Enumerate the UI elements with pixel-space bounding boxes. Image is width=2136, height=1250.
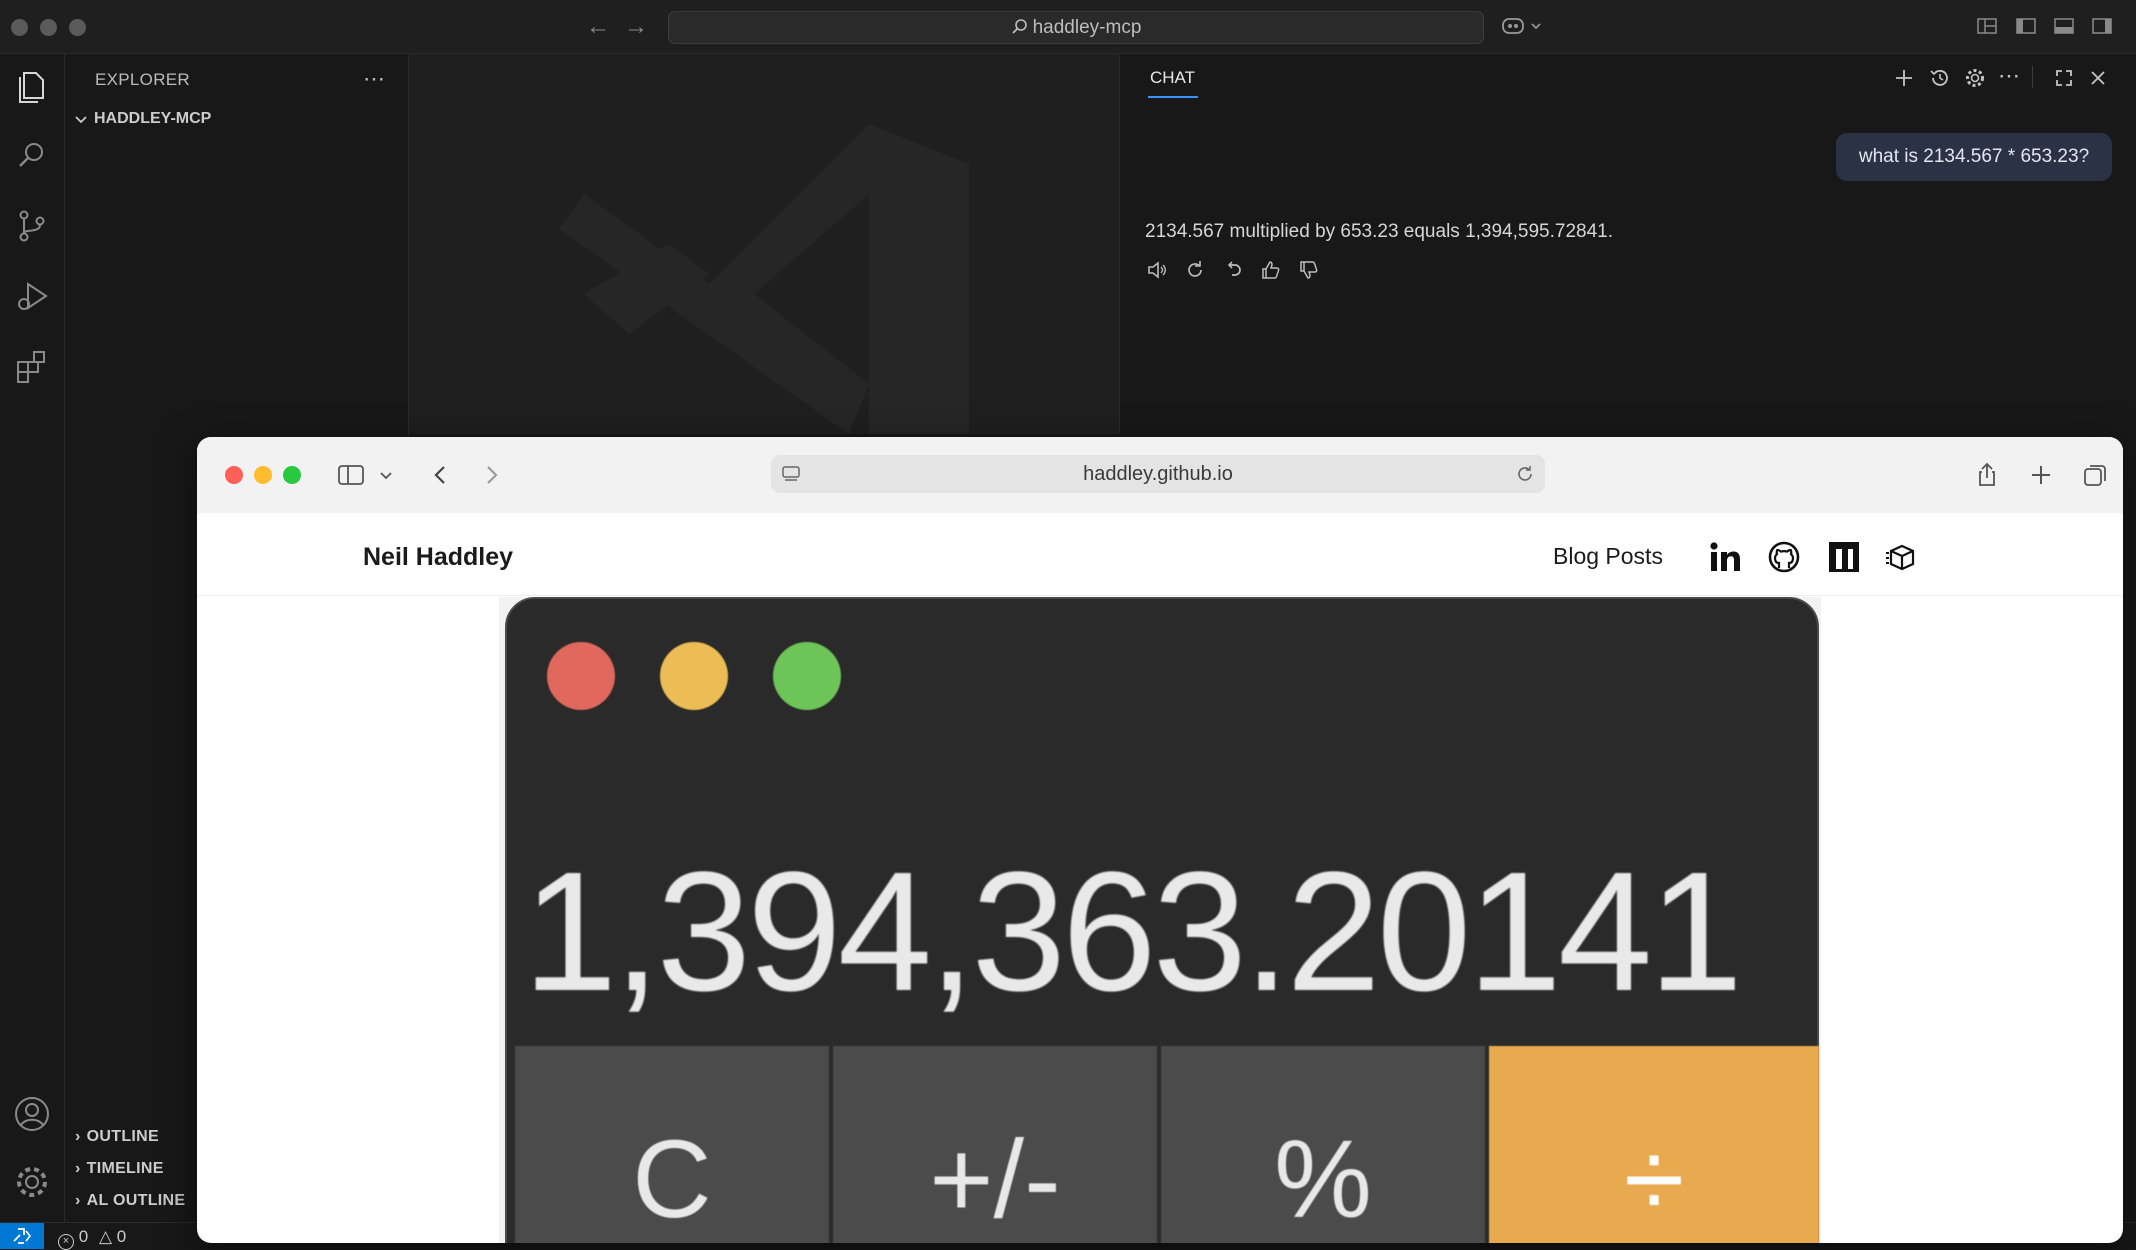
- more-actions-icon[interactable]: ⋯: [363, 66, 385, 92]
- vscode-watermark-logo-icon: [559, 124, 969, 434]
- workspace-folder[interactable]: HADDLEY-MCP: [94, 110, 211, 128]
- tab-chat[interactable]: CHAT: [1150, 68, 1195, 88]
- customize-layout-icon[interactable]: [1976, 15, 1998, 37]
- chevron-right-icon: ›: [75, 1160, 81, 1177]
- copilot-menu-button[interactable]: [1500, 13, 1546, 39]
- command-center-search[interactable]: haddley-mcp: [668, 11, 1484, 44]
- thumbs-down-icon[interactable]: [1297, 258, 1321, 282]
- manage-gear-icon[interactable]: [10, 1160, 54, 1204]
- chevron-right-icon: ›: [75, 1128, 81, 1145]
- read-aloud-speaker-icon[interactable]: [1145, 258, 1169, 282]
- more-actions-icon[interactable]: ⋯: [1998, 65, 2022, 90]
- section-label: AL OUTLINE: [86, 1192, 186, 1209]
- section-label: TIMELINE: [86, 1160, 164, 1177]
- github-icon[interactable]: [1767, 540, 1801, 574]
- safari-toolbar: haddley.github.io: [197, 437, 2123, 514]
- reload-icon[interactable]: [1515, 464, 1535, 484]
- extensions-icon[interactable]: [10, 344, 54, 388]
- workspace-name: haddley-mcp: [1032, 17, 1142, 38]
- address-bar[interactable]: haddley.github.io: [771, 455, 1545, 493]
- safari-window: haddley.github.io Neil Haddley Blog Post…: [197, 437, 2123, 1243]
- settings-gear-icon[interactable]: [1963, 66, 1987, 90]
- nav-link-blog-posts[interactable]: Blog Posts: [1553, 543, 1663, 570]
- thumbs-up-icon[interactable]: [1259, 258, 1283, 282]
- window-minimize-button[interactable]: [40, 19, 57, 36]
- tab-overview-icon[interactable]: [2082, 461, 2110, 489]
- run-and-debug-icon[interactable]: [10, 274, 54, 318]
- assistant-message-text: 2134.567 multiplied by 653.23 equals 1,3…: [1145, 221, 1613, 242]
- toggle-primary-sidebar-icon[interactable]: [2015, 15, 2037, 37]
- chat-panel: CHAT ⋯ what is 2134.567 * 653.23? 2134.5…: [1120, 54, 2136, 434]
- key-label: ÷: [1623, 1118, 1685, 1241]
- close-icon[interactable]: [2086, 66, 2110, 90]
- back-arrow-icon[interactable]: ←: [584, 13, 612, 41]
- safari-minimize-button[interactable]: [254, 466, 272, 484]
- problems-status[interactable]: × 0 △ 0: [58, 1227, 126, 1250]
- window-close-button[interactable]: [11, 19, 28, 36]
- remote-icon: [13, 1228, 32, 1244]
- safari-zoom-button[interactable]: [283, 466, 301, 484]
- editor-area: [409, 54, 1119, 434]
- vscode-titlebar: ← → haddley-mcp: [0, 0, 2136, 54]
- browser-back-icon[interactable]: [427, 461, 455, 489]
- sidebar-section-timeline[interactable]: › TIMELINE: [75, 1160, 164, 1178]
- retry-icon[interactable]: [1183, 258, 1207, 282]
- user-message-text: what is 2134.567 * 653.23?: [1858, 146, 2090, 167]
- section-label: OUTLINE: [86, 1128, 159, 1145]
- user-message-bubble: what is 2134.567 * 653.23?: [1836, 133, 2112, 181]
- hero-image: 1,394,363.20141 C +/- % ÷: [499, 597, 1821, 1243]
- url-text: haddley.github.io: [1083, 463, 1233, 485]
- search-icon[interactable]: [10, 134, 54, 178]
- forward-arrow-icon[interactable]: →: [622, 13, 650, 41]
- new-tab-plus-icon[interactable]: [2027, 461, 2055, 489]
- site-title-link[interactable]: Neil Haddley: [363, 543, 513, 572]
- share-icon[interactable]: [1973, 461, 2001, 489]
- toggle-panel-icon[interactable]: [2053, 15, 2075, 37]
- calculator-key-clear: C: [515, 1046, 829, 1243]
- search-icon: [1011, 18, 1029, 36]
- calculator-display: 1,394,363.20141: [522, 837, 1743, 1027]
- chevron-right-icon: ›: [75, 1192, 81, 1209]
- calculator-zoom-dot: [773, 642, 841, 710]
- sidebar-title: EXPLORER: [95, 70, 190, 89]
- history-icon[interactable]: [1928, 66, 1952, 90]
- sidebar-section-al-outline[interactable]: › AL OUTLINE: [75, 1192, 185, 1210]
- key-label: +/-: [929, 1118, 1061, 1241]
- calculator-close-dot: [547, 642, 615, 710]
- command-center-label: haddley-mcp: [669, 12, 1483, 43]
- calculator-screenshot: 1,394,363.20141 C +/- % ÷: [505, 597, 1819, 1243]
- key-label: C: [632, 1118, 712, 1241]
- error-count: 0: [78, 1227, 89, 1246]
- window-zoom-button[interactable]: [69, 19, 86, 36]
- calculator-minimize-dot: [660, 642, 728, 710]
- site-header: Neil Haddley Blog Posts: [197, 513, 2123, 596]
- calculator-key-percent: %: [1161, 1046, 1485, 1243]
- browser-forward-icon[interactable]: [477, 461, 505, 489]
- linkedin-icon[interactable]: [1708, 540, 1742, 574]
- box-icon[interactable]: [1885, 540, 1919, 574]
- undo-icon[interactable]: [1221, 258, 1245, 282]
- remote-indicator-button[interactable]: [0, 1223, 44, 1249]
- warning-icon: △: [98, 1227, 113, 1246]
- toggle-secondary-sidebar-icon[interactable]: [2091, 15, 2113, 37]
- activity-bar: [0, 54, 65, 1222]
- sidebar-section-outline[interactable]: › OUTLINE: [75, 1128, 159, 1146]
- explorer-icon[interactable]: [10, 64, 54, 108]
- toolbar-separator: [2032, 66, 2033, 88]
- sidebar-toggle-icon[interactable]: [337, 461, 365, 489]
- tab-group-chevron-down-icon[interactable]: [377, 461, 395, 489]
- new-chat-plus-icon[interactable]: [1892, 66, 1916, 90]
- accounts-icon[interactable]: [10, 1092, 54, 1136]
- maximize-icon[interactable]: [2052, 66, 2076, 90]
- medium-icon[interactable]: [1827, 540, 1861, 574]
- source-control-icon[interactable]: [10, 204, 54, 248]
- calculator-key-sign: +/-: [833, 1046, 1157, 1243]
- safari-close-button[interactable]: [225, 466, 243, 484]
- warning-count: 0: [116, 1227, 127, 1246]
- chevron-down-icon[interactable]: [73, 112, 89, 128]
- calculator-key-divide: ÷: [1489, 1046, 1819, 1243]
- copilot-icon: [1502, 18, 1541, 34]
- key-label: %: [1274, 1118, 1372, 1241]
- active-tab-indicator: [1148, 96, 1198, 98]
